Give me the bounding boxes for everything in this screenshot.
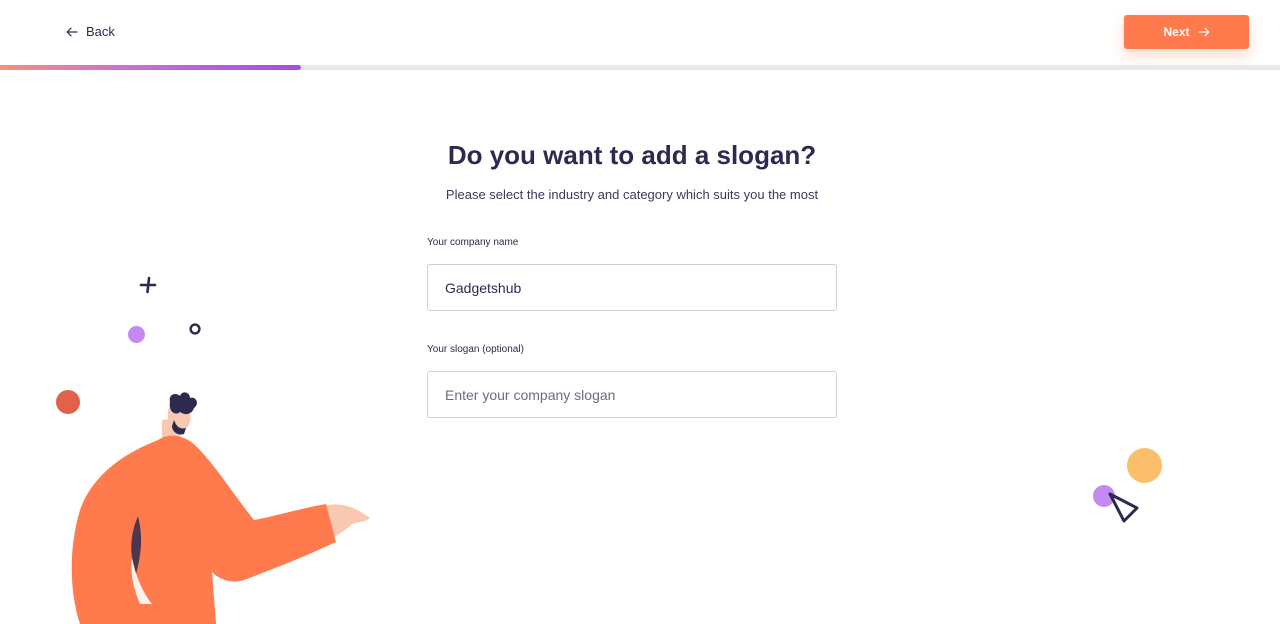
company-name-label: Your company name (427, 237, 519, 248)
plus-decoration-icon (139, 276, 157, 294)
back-button-label: Back (86, 24, 115, 39)
next-button-label: Next (1163, 25, 1190, 39)
onboarding-slogan-page: Back Next Do you want to add a slogan? P… (0, 0, 1280, 624)
slogan-input[interactable] (427, 371, 837, 418)
back-button[interactable]: Back (66, 24, 115, 39)
arrow-right-icon (1197, 27, 1209, 37)
person-pointing-illustration (71, 392, 370, 624)
company-name-input[interactable] (427, 264, 837, 311)
page-subtitle: Please select the industry and category … (445, 187, 819, 202)
triangle-decoration (1108, 492, 1139, 523)
page-title: Do you want to add a slogan? (447, 140, 817, 170)
progress-bar (0, 65, 1280, 70)
yellow-dot-decoration (1127, 448, 1162, 483)
next-button[interactable]: Next (1124, 15, 1249, 49)
purple-dot-decoration (128, 326, 145, 343)
arrow-left-icon (66, 27, 78, 36)
progress-bar-fill (0, 65, 301, 70)
ring-decoration (189, 323, 201, 335)
slogan-label: Your slogan (optional) (427, 344, 524, 355)
